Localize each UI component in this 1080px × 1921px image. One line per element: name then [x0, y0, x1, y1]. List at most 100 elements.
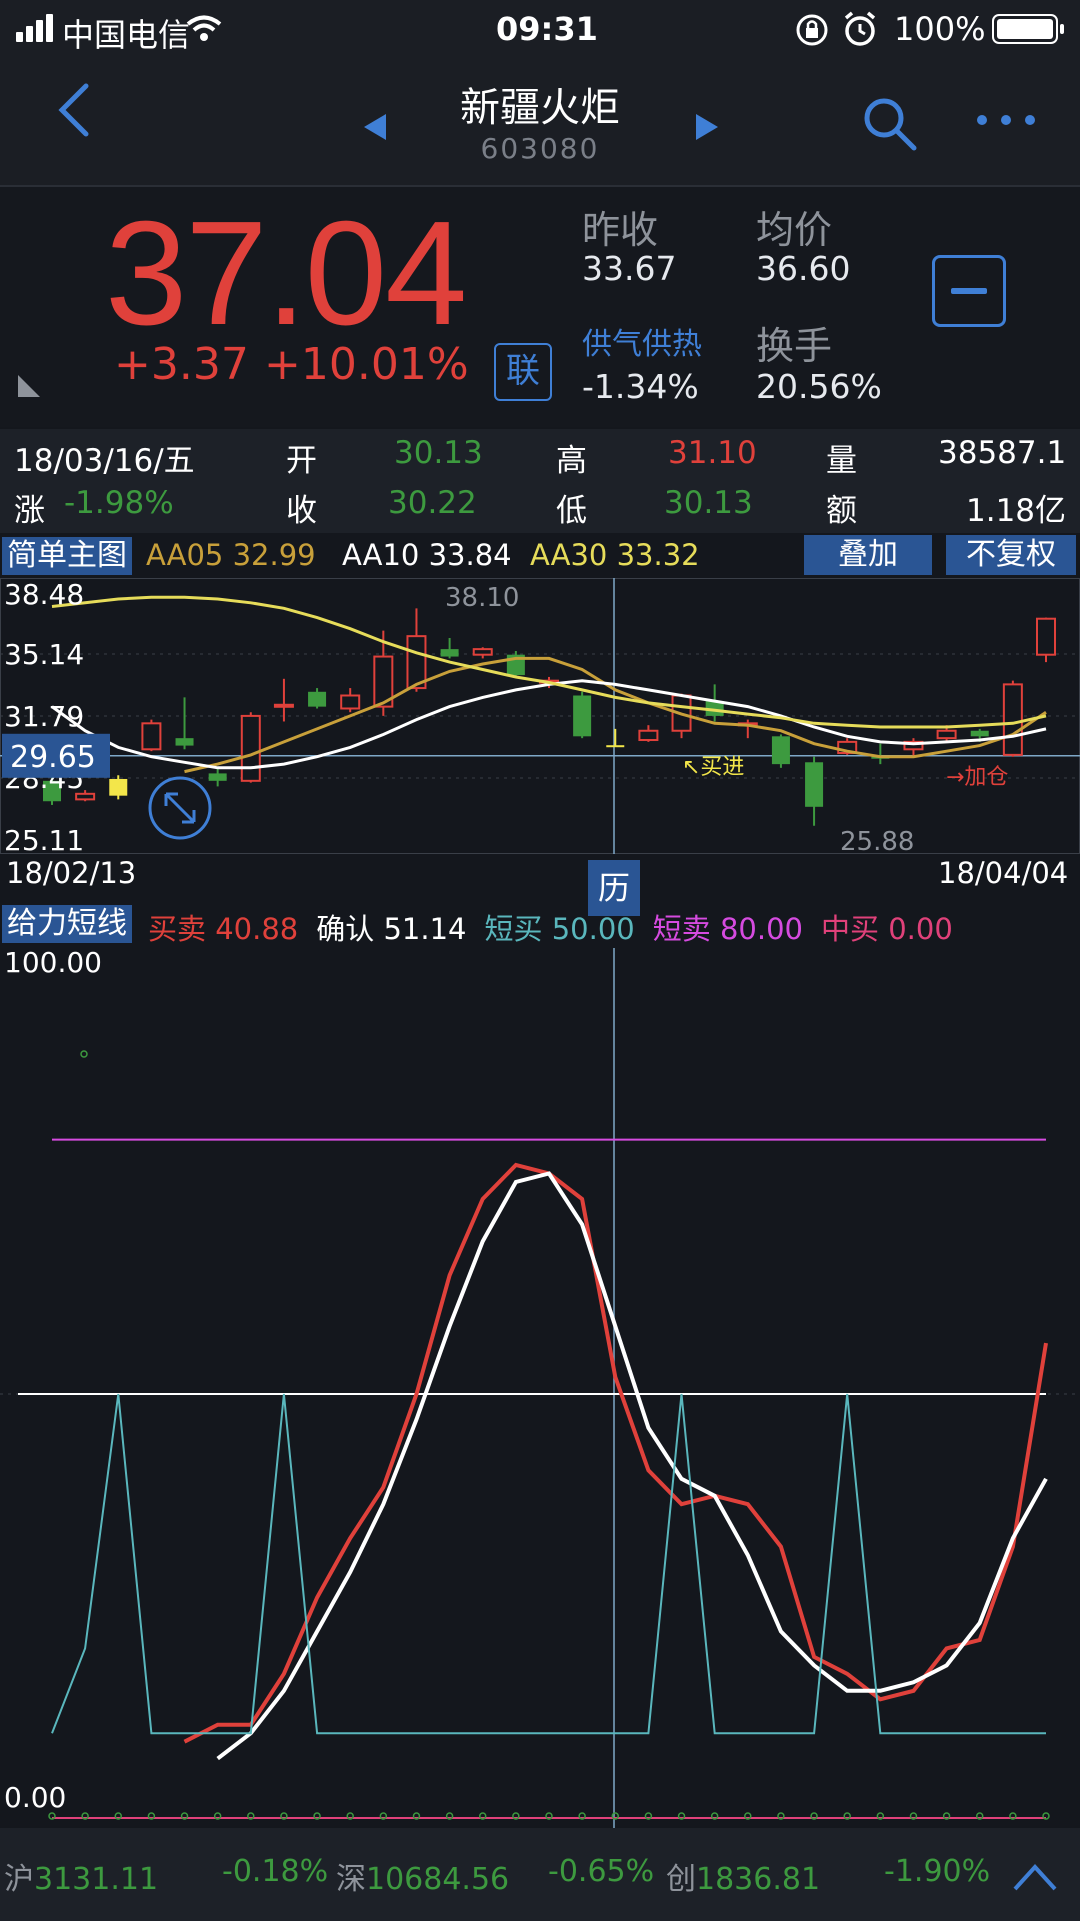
- main-indicator-selector[interactable]: 简单主图: [2, 537, 132, 575]
- chevron-up-icon[interactable]: [1012, 1862, 1058, 1892]
- corner-triangle-icon: [18, 375, 40, 397]
- legend-item: 短卖 80.00: [652, 912, 803, 946]
- y-tick-label: 31.79: [4, 700, 84, 733]
- sector-link[interactable]: 供气供热: [582, 319, 702, 363]
- candle-body: [109, 778, 128, 796]
- high-marker-label: 38.10: [445, 583, 519, 613]
- index-ticker-bar[interactable]: 沪3131.11 -0.18% 深10684.56 -0.65% 创1836.8…: [0, 1828, 1080, 1921]
- search-icon[interactable]: [862, 96, 918, 152]
- sh-index-value: 3131.11: [34, 1862, 159, 1897]
- turnover-label: 换手: [756, 324, 833, 368]
- volume-label: 量: [826, 443, 857, 479]
- chart-end-date: 18/04/04: [938, 856, 1069, 890]
- last-price: 37.04: [105, 191, 467, 356]
- rotation-lock-icon: [796, 14, 828, 46]
- quote-panel: 37.04 +3.37 +10.01% 联 昨收 33.67 均价 36.60 …: [0, 187, 1080, 427]
- candle: [141, 719, 162, 752]
- candle-body: [638, 729, 659, 742]
- candle-body: [273, 703, 294, 708]
- low-label: 低: [556, 493, 587, 529]
- sub-indicator-selector[interactable]: 给力短线: [2, 905, 132, 943]
- sub-indicator-name: 给力短线: [7, 906, 127, 941]
- y-tick-label: 100.00: [4, 948, 102, 979]
- candle-body: [970, 730, 989, 737]
- candle: [771, 734, 790, 768]
- candle-body: [1036, 617, 1056, 656]
- sh-index: 沪3131.11: [4, 1862, 159, 1897]
- candle-body: [1002, 683, 1023, 756]
- avg-price-label: 均价: [756, 208, 833, 252]
- minus-icon: [951, 288, 987, 294]
- aa10-legend: AA10 33.84: [342, 538, 512, 572]
- back-icon[interactable]: [54, 82, 94, 138]
- battery-percent: 100%: [894, 10, 986, 48]
- y-tick-label: 25.11: [4, 824, 84, 854]
- candle-body: [440, 649, 459, 657]
- more-icon[interactable]: [974, 112, 1038, 128]
- adjust-button[interactable]: 不复权: [946, 535, 1076, 575]
- candle: [240, 712, 261, 783]
- candle-body: [573, 695, 592, 737]
- cursor-date: 18/03/16/五: [14, 443, 195, 479]
- legend-item: 确认 51.14: [316, 912, 467, 946]
- candlestick-chart[interactable]: 38.4835.1431.7928.4525.1138.1025.88↖买进 →加…: [0, 578, 1080, 854]
- aa30-legend: AA30 33.32: [530, 538, 700, 572]
- price-change-pct: +10.01%: [264, 339, 469, 390]
- legend-item: 买卖 40.88: [148, 912, 299, 946]
- sector-change: -1.34%: [582, 367, 699, 406]
- open-label: 开: [286, 443, 317, 479]
- candle-body: [936, 729, 957, 740]
- candle: [1002, 680, 1023, 757]
- candle-body: [771, 736, 790, 765]
- avg-price-value: 36.60: [756, 249, 851, 288]
- candle-body: [240, 714, 261, 782]
- candle-body: [308, 691, 327, 707]
- add-signal-label: →加仓: [946, 765, 1008, 790]
- cy-index-value: 1836.81: [696, 1862, 821, 1897]
- clock: 09:31: [496, 10, 598, 48]
- carrier: 中国电信: [62, 16, 191, 54]
- y-tick-label: 38.48: [4, 578, 84, 611]
- aa05-legend: AA05 32.99: [146, 538, 316, 572]
- change-value: -1.98%: [64, 485, 174, 521]
- legend-item: 短买 50.00: [484, 912, 635, 946]
- link-button-label: 联: [506, 351, 540, 391]
- high-label: 高: [556, 443, 587, 479]
- candle-body: [472, 648, 493, 656]
- amount-value: 1.18亿: [966, 493, 1067, 529]
- indicator-frame: [0, 948, 1080, 1828]
- low-marker-label: 25.88: [840, 827, 914, 854]
- stock-name: 新疆火炬: [460, 85, 620, 131]
- candle-body: [340, 694, 361, 710]
- history-button-label: 历: [597, 869, 630, 907]
- candle-body: [805, 762, 824, 807]
- cursor-price-label: 29.65: [10, 740, 96, 775]
- chart-start-date: 18/02/13: [6, 856, 137, 890]
- candle-body: [606, 745, 625, 748]
- wifi-icon: [186, 15, 222, 41]
- nav-bar: 新疆火炬 603080: [0, 60, 1080, 187]
- status-bar: 中国电信 09:31 100%: [0, 0, 1080, 60]
- volume-value: 38587.1: [938, 435, 1067, 471]
- day-info-panel: 18/03/16/五 开 30.13 高 31.10 量 38587.1 涨 -…: [0, 429, 1080, 533]
- y-tick-label: 0.00: [4, 1781, 66, 1814]
- prev-close-label: 昨收: [582, 208, 659, 252]
- indicator-chart[interactable]: 100.00 0.00: [0, 948, 1080, 1828]
- link-button[interactable]: 联: [494, 343, 552, 401]
- candle-body: [141, 722, 162, 751]
- price-change: +3.37: [114, 339, 249, 390]
- sz-index: 深10684.56: [336, 1862, 510, 1897]
- close-value: 30.22: [388, 485, 477, 521]
- candle: [573, 691, 592, 739]
- sz-index-value: 10684.56: [366, 1862, 510, 1897]
- collapse-button[interactable]: [932, 255, 1006, 327]
- overlay-button[interactable]: 叠加: [804, 535, 932, 575]
- adjust-button-label: 不复权: [966, 537, 1056, 572]
- candle: [506, 650, 525, 677]
- candle-body: [175, 738, 194, 746]
- open-value: 30.13: [394, 435, 483, 471]
- sz-index-change: -0.65%: [548, 1854, 655, 1889]
- sh-index-change: -0.18%: [222, 1854, 329, 1889]
- next-stock-icon[interactable]: [694, 112, 720, 142]
- sub-indicator-legend: 买卖 40.88 确认 51.14 短买 50.00 短卖 80.00 中买 0.00: [148, 906, 1078, 946]
